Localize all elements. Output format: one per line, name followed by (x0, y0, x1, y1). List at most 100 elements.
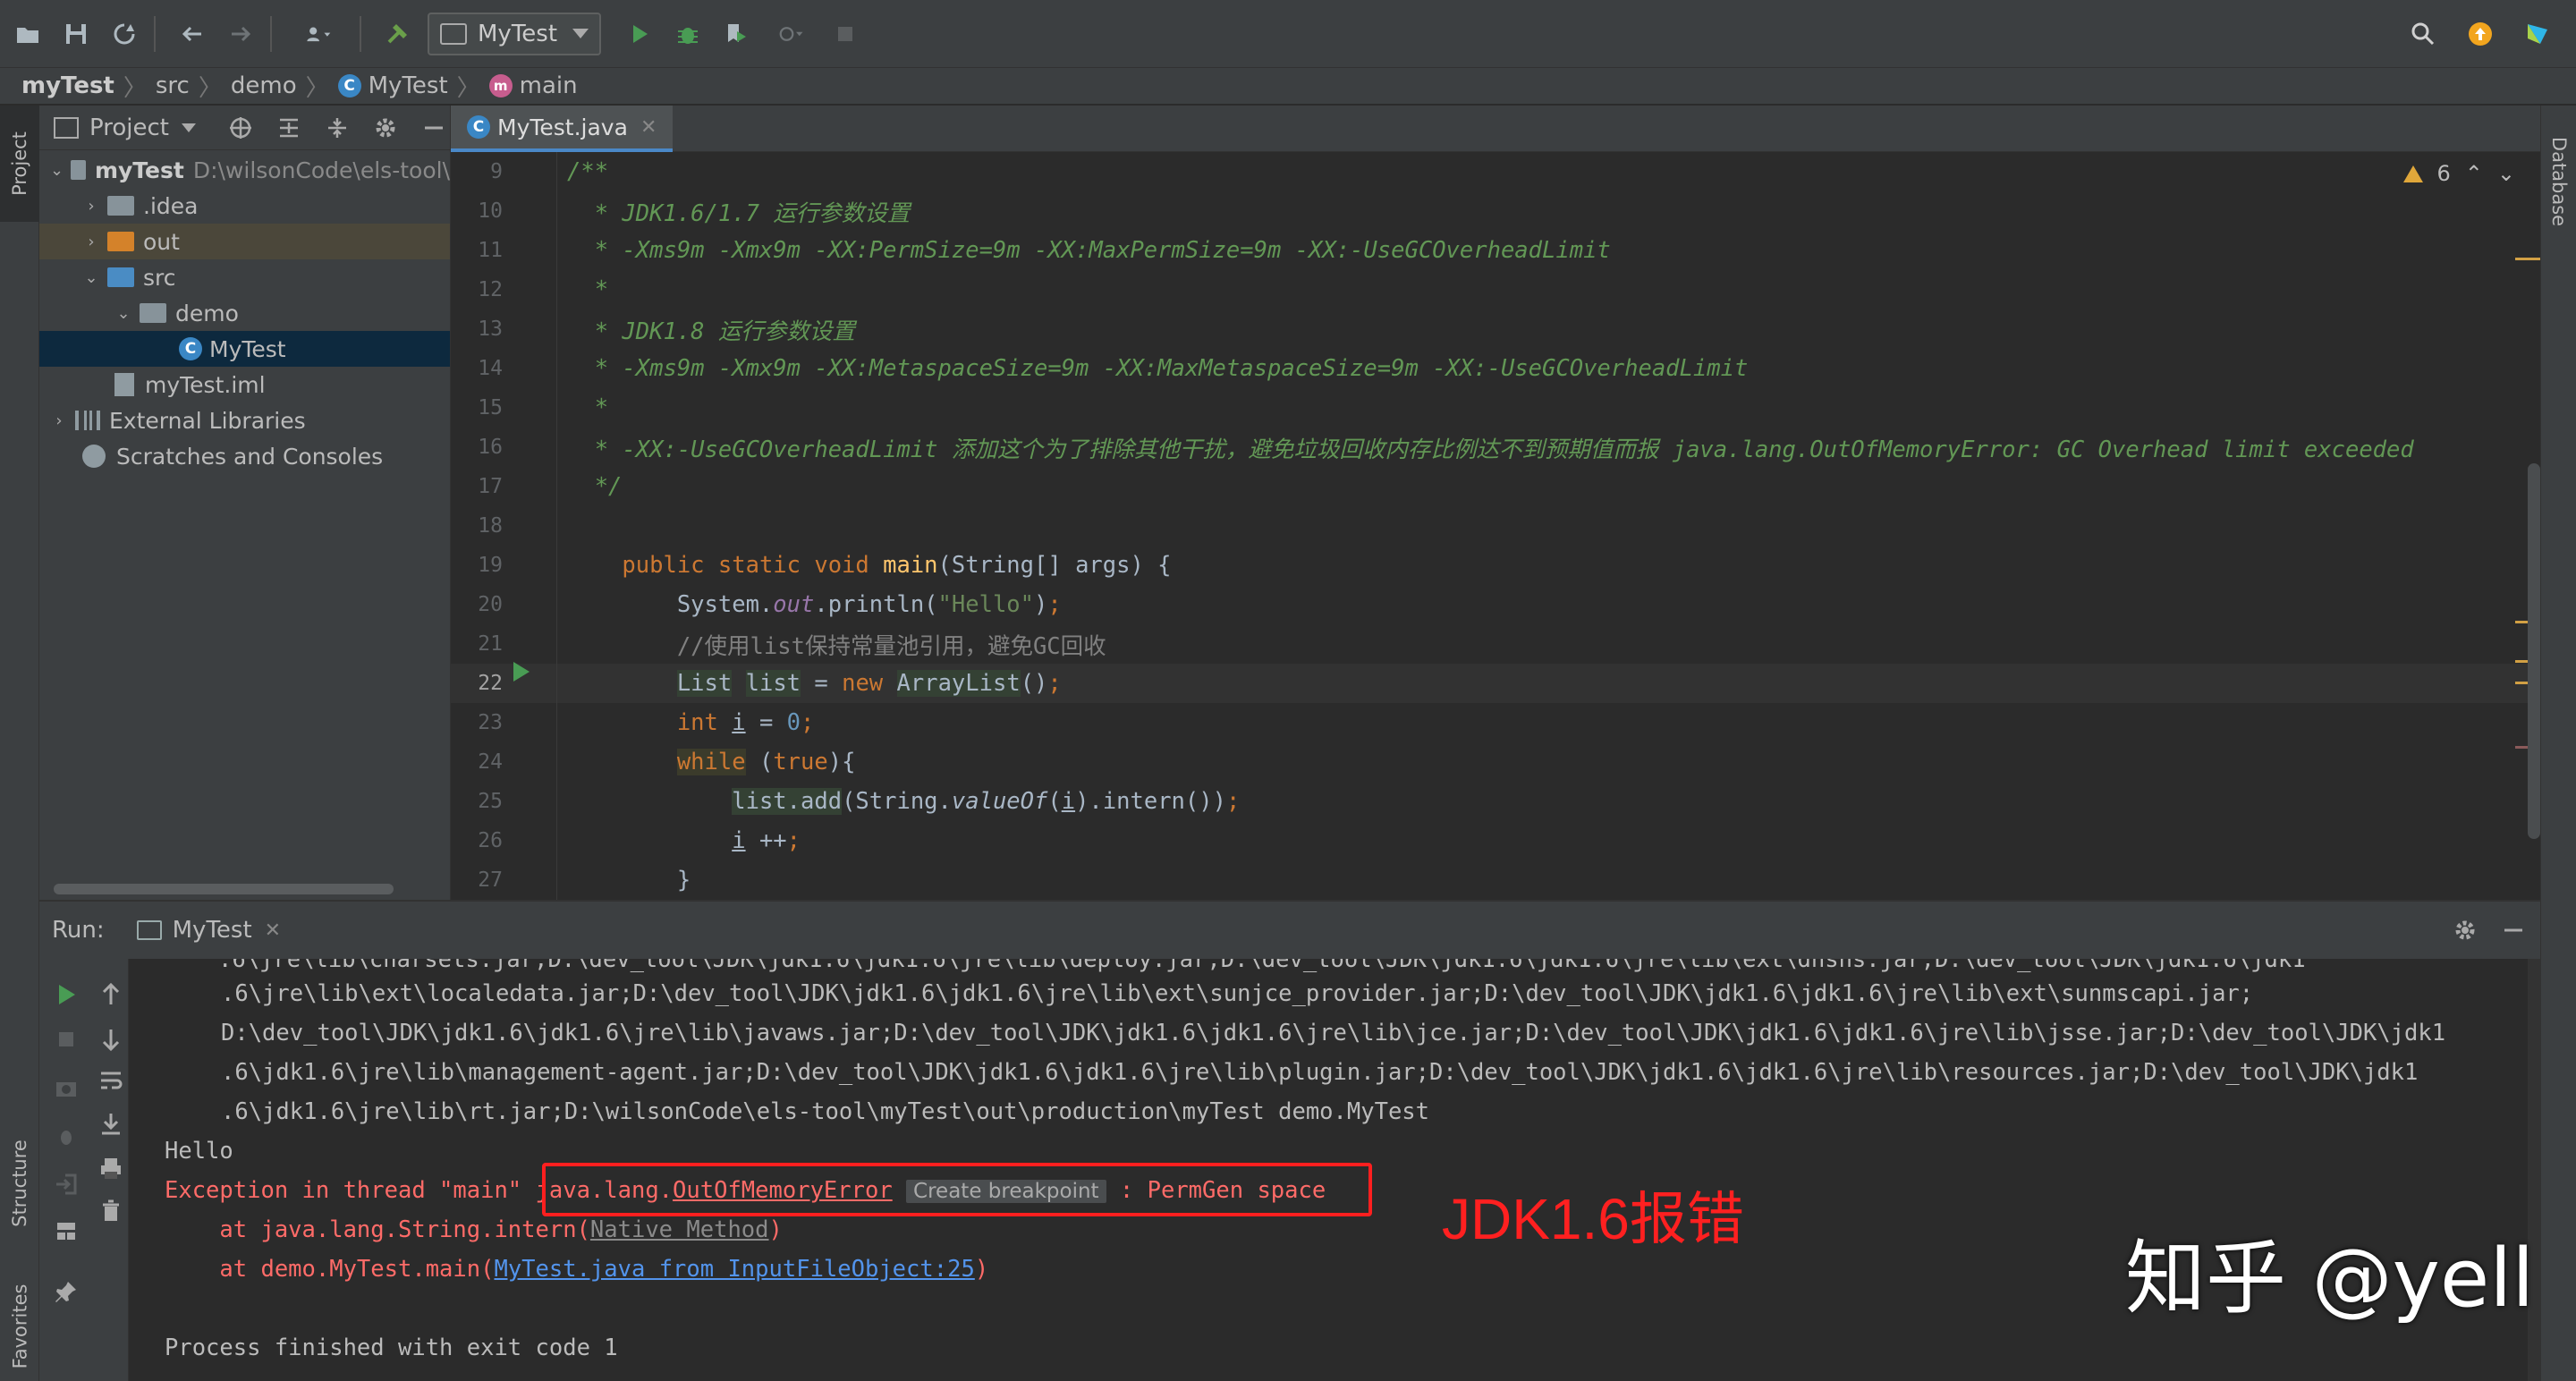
toolbar-separator (360, 15, 361, 52)
chevron-down-icon[interactable] (181, 123, 196, 132)
chevron-down-icon[interactable]: ⌄ (114, 304, 132, 323)
jetbrains-icon[interactable] (2517, 13, 2558, 55)
pin-icon[interactable] (48, 1274, 84, 1309)
tree-item-label: src (143, 264, 176, 291)
run-panel-header: Run: MyTest ✕ (39, 902, 2540, 959)
soft-wrap-icon[interactable] (93, 1063, 129, 1098)
tree-item-scratches[interactable]: Scratches and Consoles (39, 438, 450, 474)
update-icon[interactable] (2460, 13, 2501, 55)
watermark: 知乎 @yell (2125, 1232, 2535, 1326)
rerun-icon[interactable] (48, 977, 84, 1012)
back-icon[interactable] (172, 13, 213, 55)
error-stripe-mark[interactable] (2515, 258, 2540, 260)
coverage-icon[interactable] (716, 13, 757, 55)
tab-label: MyTest.java (497, 114, 628, 140)
stop-icon[interactable] (825, 13, 866, 55)
tree-item-out[interactable]: › out (39, 224, 450, 259)
chevron-right-icon: 〉 (198, 74, 222, 102)
chevron-down-icon[interactable]: ⌄ (82, 268, 100, 287)
debug-bug-icon[interactable] (48, 1118, 84, 1154)
build-hammer-icon[interactable] (377, 13, 419, 55)
hide-panel-icon[interactable] (2501, 918, 2526, 943)
run-icon[interactable] (619, 13, 660, 55)
chevron-down-icon[interactable]: ⌄ (50, 161, 64, 180)
breadcrumb-project[interactable]: myTest (21, 72, 114, 99)
hide-panel-icon[interactable] (421, 115, 446, 140)
tree-item-mytest-class[interactable]: C MyTest (39, 331, 450, 367)
tree-item-iml[interactable]: myTest.iml (39, 367, 450, 402)
login-icon[interactable] (48, 1166, 84, 1202)
layout-icon[interactable] (48, 1213, 84, 1249)
method-icon: m (488, 74, 513, 97)
chevron-up-icon[interactable]: ⌃ (2465, 161, 2483, 186)
breadcrumb-class[interactable]: MyTest (369, 72, 448, 99)
line-number: 22 (478, 672, 503, 695)
arrow-up-icon[interactable] (93, 977, 129, 1012)
breadcrumb-demo[interactable]: demo (231, 72, 297, 99)
line-number: 17 (478, 475, 503, 498)
tree-item-src[interactable]: ⌄ src (39, 259, 450, 295)
tab-database-tool[interactable]: Database (2541, 114, 2576, 249)
gear-icon[interactable] (373, 115, 398, 140)
tree-item-mytest[interactable]: ⌄ myTest D:\wilsonCode\els-tool\ (39, 152, 450, 188)
native-method-link[interactable]: Native Method (590, 1216, 769, 1243)
gear-icon[interactable] (2453, 918, 2478, 943)
chevron-down-icon[interactable]: ⌄ (2497, 161, 2515, 186)
user-icon[interactable] (288, 13, 351, 55)
code-area[interactable]: 9/** 10 * JDK1.6/1.7 运行参数设置 11 * -Xms9m … (451, 152, 2540, 900)
tree-item-idea[interactable]: › .idea (39, 188, 450, 224)
error-highlight-box (542, 1163, 1372, 1216)
tree-item-external-libraries[interactable]: › External Libraries (39, 402, 450, 438)
forward-icon[interactable] (220, 13, 261, 55)
editor-panel: C MyTest.java ✕ 9/** 10 * JDK1.6/1.7 运行参… (451, 106, 2540, 900)
toolbar-separator (270, 15, 272, 52)
tab-favorites-tool[interactable]: Favorites (0, 1268, 39, 1381)
arrow-down-icon[interactable] (93, 1021, 129, 1057)
line-number: 12 (478, 278, 503, 301)
chevron-right-icon[interactable]: › (50, 411, 68, 430)
collapse-all-icon[interactable] (325, 115, 350, 140)
line-number: 24 (478, 750, 503, 774)
debug-icon[interactable] (667, 13, 708, 55)
source-location-link[interactable]: MyTest.java from InputFileObject:25 (494, 1256, 974, 1283)
close-icon[interactable]: ✕ (640, 116, 657, 139)
vertical-scrollbar[interactable] (2528, 463, 2540, 839)
close-icon[interactable]: ✕ (265, 919, 281, 942)
tab-project-tool[interactable]: Project (0, 106, 39, 222)
expand-all-icon[interactable] (276, 115, 301, 140)
project-view-select[interactable]: Project (89, 114, 169, 141)
open-folder-icon[interactable] (7, 13, 48, 55)
project-panel: Project ⌄ myTest D:\wilsonCode\els-tool\… (39, 106, 451, 900)
tree-item-demo[interactable]: ⌄ demo (39, 295, 450, 331)
horizontal-scrollbar[interactable] (54, 884, 394, 894)
camera-icon[interactable] (48, 1070, 84, 1106)
tree-item-label: .idea (143, 192, 199, 219)
run-gutter-icon[interactable] (513, 662, 530, 682)
code-line: 12 * (451, 270, 2540, 309)
sync-icon[interactable] (104, 13, 145, 55)
search-icon[interactable] (2402, 13, 2444, 55)
tab-run-mytest[interactable]: MyTest ✕ (136, 917, 281, 944)
line-number: 20 (478, 593, 503, 616)
chevron-right-icon: 〉 (123, 74, 147, 102)
profile-icon[interactable] (764, 13, 818, 55)
run-configuration-select[interactable]: MyTest (428, 12, 601, 55)
chevron-right-icon[interactable]: › (82, 233, 100, 251)
breadcrumb-method[interactable]: main (520, 72, 578, 99)
scroll-to-end-icon[interactable] (93, 1106, 129, 1141)
right-tool-stripe: Database (2540, 106, 2576, 1381)
class-icon: C (179, 337, 202, 360)
tab-mytest-java[interactable]: C MyTest.java ✕ (451, 106, 674, 152)
trash-icon[interactable] (93, 1193, 129, 1229)
inspection-widget[interactable]: 6 ⌃ ⌄ (2402, 161, 2515, 186)
save-icon[interactable] (55, 13, 97, 55)
print-icon[interactable] (93, 1150, 129, 1186)
line-number: 14 (478, 357, 503, 380)
code-line: 23 int i = 0; (451, 703, 2540, 742)
chevron-right-icon[interactable]: › (82, 197, 100, 216)
breadcrumb-src[interactable]: src (156, 72, 190, 99)
locate-icon[interactable] (228, 115, 253, 140)
code-line-current: 22 List list = new ArrayList(); (451, 664, 2540, 703)
tab-structure-tool[interactable]: Structure (0, 1107, 39, 1259)
stop-icon[interactable] (48, 1021, 84, 1057)
